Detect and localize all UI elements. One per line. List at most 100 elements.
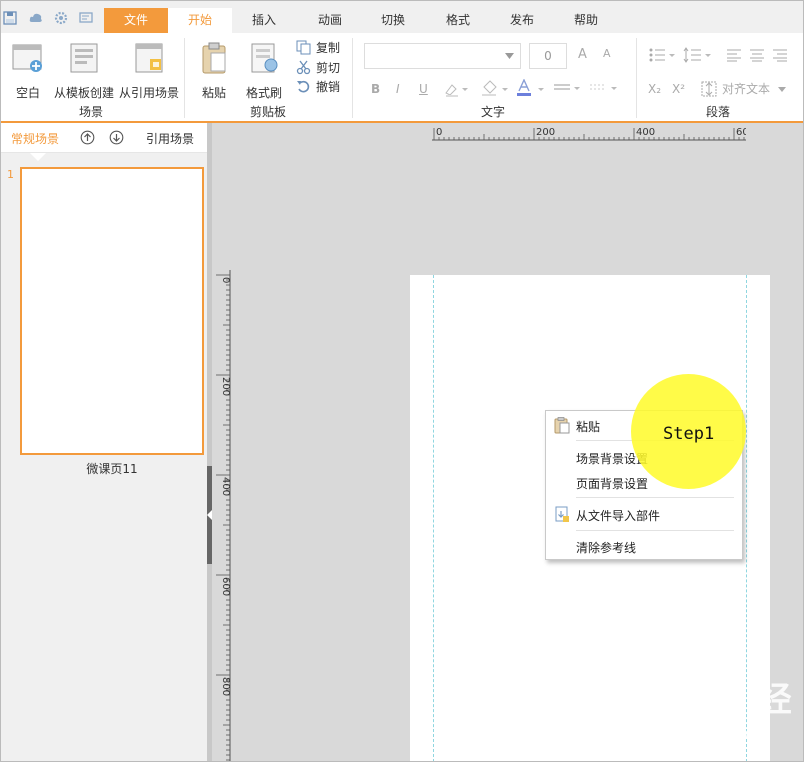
align-right-icon[interactable] bbox=[772, 48, 788, 62]
ruler-label: 400 bbox=[636, 127, 655, 138]
move-up-icon[interactable] bbox=[80, 130, 95, 145]
horizontal-ruler: 0 200 400 600 bbox=[432, 127, 746, 141]
ruler-label: 0 bbox=[436, 127, 442, 138]
scene-group-label: 场景 bbox=[78, 105, 103, 119]
superscript-button[interactable]: X² bbox=[672, 82, 685, 96]
tab-format[interactable]: 格式 bbox=[430, 8, 486, 33]
ruler-label: 400 bbox=[220, 477, 231, 496]
paste-label: 粘贴 bbox=[201, 86, 226, 100]
splitter-handle[interactable] bbox=[207, 466, 212, 564]
menu-separator bbox=[576, 497, 734, 498]
menu-item-page-background[interactable]: 页面背景设置 bbox=[576, 475, 648, 492]
import-file-icon bbox=[555, 506, 569, 522]
ruler-label: 600 bbox=[220, 577, 231, 596]
tab-transition[interactable]: 切换 bbox=[365, 8, 421, 33]
underline-button[interactable]: U bbox=[419, 82, 428, 96]
paste-icon bbox=[202, 42, 226, 74]
menu-item-clear-guides[interactable]: 清除参考线 bbox=[576, 539, 636, 556]
chevron-down-icon bbox=[505, 53, 514, 59]
line-spacing-icon[interactable] bbox=[683, 47, 713, 63]
tab-home[interactable]: 开始 bbox=[168, 8, 232, 33]
ribbon-separator bbox=[184, 38, 185, 118]
ruler-label: 200 bbox=[220, 377, 231, 396]
scene-panel: 常规场景 引用场景 1 微课页11 bbox=[0, 123, 208, 762]
align-left-icon[interactable] bbox=[726, 48, 742, 62]
ruler-label: 800 bbox=[220, 677, 231, 696]
dash-style-icon[interactable] bbox=[588, 79, 620, 97]
ribbon: 空白 从模板创建 从引用场景 场景 粘贴 格式刷 复制 剪切 撤销 剪贴板 0 … bbox=[0, 33, 804, 123]
tab-ref-scene[interactable]: 引用场景 bbox=[146, 130, 194, 147]
preview-icon[interactable] bbox=[79, 11, 93, 25]
template-icon bbox=[70, 43, 98, 73]
from-ref-scene-label: 从引用场景 bbox=[118, 86, 179, 100]
align-text-button[interactable]: 对齐文本 bbox=[700, 80, 786, 97]
cut-button[interactable]: 剪切 bbox=[296, 59, 340, 77]
font-color-icon[interactable] bbox=[516, 79, 546, 97]
blank-scene-button[interactable]: 空白 bbox=[8, 41, 48, 101]
cloud-icon[interactable] bbox=[29, 11, 43, 25]
tab-animation[interactable]: 动画 bbox=[302, 8, 358, 33]
scissors-icon bbox=[296, 60, 311, 75]
baidu-watermark: Bai du 经验 bbox=[618, 680, 793, 762]
menu-item-paste[interactable]: 粘贴 bbox=[576, 418, 600, 435]
step-label: Step1 bbox=[663, 424, 715, 444]
align-center-icon[interactable] bbox=[749, 48, 765, 62]
text-group-label: 文字 bbox=[480, 105, 505, 119]
highlight-color-icon[interactable] bbox=[444, 81, 470, 97]
copy-icon bbox=[296, 40, 311, 55]
undo-icon bbox=[297, 80, 310, 93]
chevron-down-icon bbox=[777, 87, 786, 92]
panel-splitter[interactable] bbox=[207, 123, 212, 762]
tab-help[interactable]: 帮助 bbox=[558, 8, 614, 33]
blank-scene-icon bbox=[12, 44, 42, 72]
font-size-input[interactable]: 0 bbox=[529, 43, 567, 69]
tab-insert[interactable]: 插入 bbox=[236, 8, 292, 33]
slide-number: 1 bbox=[7, 168, 14, 181]
format-painter-icon bbox=[251, 43, 278, 73]
grow-font-button[interactable]: A bbox=[578, 47, 587, 62]
vertical-ruler: 0 200 400 600 800 bbox=[216, 270, 231, 762]
shrink-font-button[interactable]: A bbox=[603, 47, 611, 60]
clipboard-group-label: 剪贴板 bbox=[249, 105, 286, 119]
bullet-list-icon[interactable] bbox=[648, 47, 676, 63]
tab-normal-scene[interactable]: 常规场景 bbox=[11, 130, 59, 147]
italic-button[interactable]: I bbox=[396, 82, 400, 96]
undo-button[interactable]: 撤销 bbox=[296, 78, 340, 96]
format-painter-label: 格式刷 bbox=[245, 86, 282, 100]
ruler-label: 0 bbox=[220, 277, 231, 283]
save-icon[interactable] bbox=[3, 11, 17, 25]
from-template-button[interactable]: 从模板创建 bbox=[53, 41, 115, 101]
slide-title: 微课页11 bbox=[86, 462, 138, 476]
tab-file[interactable]: 文件 bbox=[104, 8, 168, 33]
paragraph-group-label: 段落 bbox=[705, 105, 730, 119]
menu-item-import-parts[interactable]: 从文件导入部件 bbox=[576, 507, 660, 524]
font-family-select[interactable] bbox=[364, 43, 521, 69]
bold-button[interactable]: B bbox=[371, 82, 380, 96]
paste-button[interactable]: 粘贴 bbox=[194, 41, 234, 101]
slide-thumbnail[interactable] bbox=[20, 167, 204, 455]
paste-icon bbox=[554, 417, 570, 434]
ruler-label: 200 bbox=[536, 127, 555, 138]
from-template-label: 从模板创建 bbox=[53, 86, 114, 100]
fill-color-icon[interactable] bbox=[480, 79, 510, 97]
title-bar: 文件 开始 插入 动画 切换 格式 发布 帮助 bbox=[0, 0, 804, 33]
copy-button[interactable]: 复制 bbox=[296, 39, 340, 57]
settings-icon[interactable] bbox=[54, 11, 68, 25]
scene-panel-tabs: 常规场景 引用场景 bbox=[0, 123, 208, 153]
ref-scene-icon bbox=[135, 43, 163, 73]
ribbon-separator bbox=[352, 38, 353, 118]
menu-separator bbox=[576, 530, 734, 531]
line-style-icon[interactable] bbox=[552, 79, 582, 97]
cut-label: 剪切 bbox=[316, 61, 341, 75]
tab-publish[interactable]: 发布 bbox=[494, 8, 550, 33]
blank-scene-label: 空白 bbox=[15, 86, 40, 100]
format-painter-button[interactable]: 格式刷 bbox=[242, 41, 286, 101]
subscript-button[interactable]: X₂ bbox=[648, 82, 661, 96]
watermark-url: jingyan.baidu.com bbox=[622, 724, 770, 743]
ruler-label: 600 bbox=[736, 127, 746, 138]
from-ref-scene-button[interactable]: 从引用场景 bbox=[118, 41, 180, 101]
undo-label: 撤销 bbox=[316, 80, 341, 94]
guide-line-left[interactable] bbox=[433, 275, 434, 762]
collapse-arrow-icon bbox=[207, 510, 212, 520]
move-down-icon[interactable] bbox=[109, 130, 124, 145]
